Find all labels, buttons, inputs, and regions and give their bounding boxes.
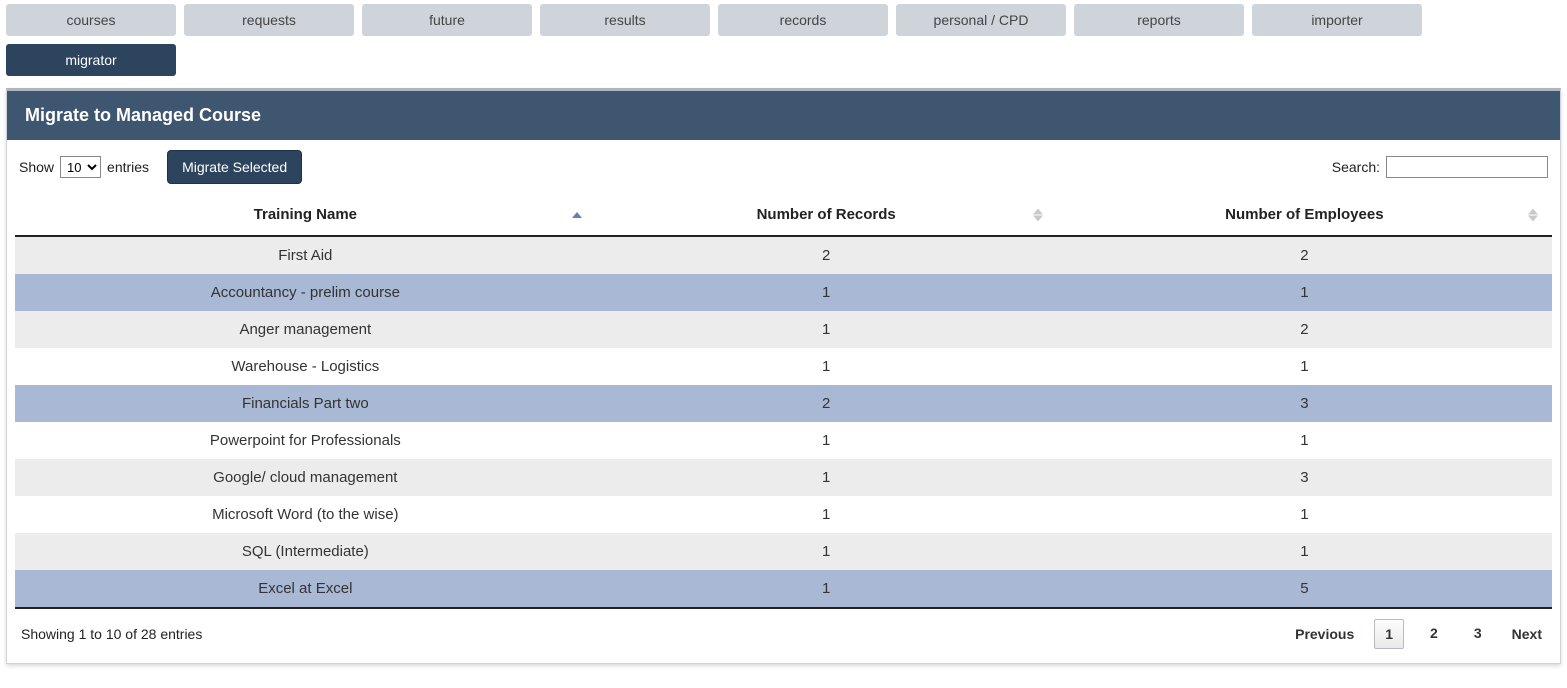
sort-icon [1033,208,1043,221]
cell-records: 2 [596,236,1057,274]
cell-employees: 1 [1057,422,1552,459]
tab-requests[interactable]: requests [184,4,354,36]
cell-records: 1 [596,496,1057,533]
table-footer: Showing 1 to 10 of 28 entries Previous 1… [15,609,1552,649]
column-header-label: Training Name [254,206,357,223]
migrate-selected-button[interactable]: Migrate Selected [167,150,302,184]
table-row[interactable]: Google/ cloud management13 [15,459,1552,496]
column-header-records[interactable]: Number of Records [596,194,1057,236]
tab-results[interactable]: results [540,4,710,36]
cell-employees: 1 [1057,274,1552,311]
cell-records: 1 [596,570,1057,608]
panel-title: Migrate to Managed Course [7,91,1560,140]
controls-row: Show 10 entries Migrate Selected Search: [15,150,1552,190]
tab-records[interactable]: records [718,4,888,36]
table-row[interactable]: Powerpoint for Professionals11 [15,422,1552,459]
entries-label: entries [107,159,149,175]
cell-name: Excel at Excel [15,570,596,608]
tab-migrator[interactable]: migrator [6,44,176,76]
pager-page-2[interactable]: 2 [1420,619,1448,649]
training-table: Training Name Number of Records Number of … [15,194,1552,609]
cell-records: 2 [596,385,1057,422]
cell-name: Accountancy - prelim course [15,274,596,311]
tab-personal-cpd[interactable]: personal / CPD [896,4,1066,36]
cell-employees: 2 [1057,311,1552,348]
cell-name: Anger management [15,311,596,348]
table-row[interactable]: Excel at Excel15 [15,570,1552,608]
search-input[interactable] [1386,156,1548,178]
column-header-employees[interactable]: Number of Employees [1057,194,1552,236]
entries-info: Showing 1 to 10 of 28 entries [21,626,202,642]
page-size-select[interactable]: 10 [60,156,101,178]
search-label: Search: [1332,159,1380,175]
migrate-panel: Migrate to Managed Course Show 10 entrie… [6,88,1561,664]
cell-name: Powerpoint for Professionals [15,422,596,459]
sort-icon [1528,208,1538,221]
tab-importer[interactable]: importer [1252,4,1422,36]
app-root: coursesrequestsfutureresultsrecordsperso… [0,0,1567,688]
cell-employees: 1 [1057,533,1552,570]
table-row[interactable]: SQL (Intermediate)11 [15,533,1552,570]
cell-records: 1 [596,422,1057,459]
controls-left: Show 10 entries Migrate Selected [19,150,302,184]
pager: Previous 123 Next [1291,619,1546,649]
table-header: Training Name Number of Records Number of … [15,194,1552,236]
pager-previous[interactable]: Previous [1291,620,1358,648]
tab-row-1: coursesrequestsfutureresultsrecordsperso… [6,4,1561,36]
controls-right: Search: [1332,156,1548,178]
table-row[interactable]: Warehouse - Logistics11 [15,348,1552,385]
cell-records: 1 [596,533,1057,570]
tab-row-2: migrator [6,44,1561,76]
table-row[interactable]: Financials Part two23 [15,385,1552,422]
table-body: First Aid22Accountancy - prelim course11… [15,236,1552,608]
cell-name: Financials Part two [15,385,596,422]
cell-records: 1 [596,311,1057,348]
cell-name: SQL (Intermediate) [15,533,596,570]
table-row[interactable]: Anger management12 [15,311,1552,348]
column-header-label: Number of Employees [1225,206,1383,223]
cell-records: 1 [596,459,1057,496]
column-header-label: Number of Records [757,206,896,223]
pager-page-3[interactable]: 3 [1464,619,1492,649]
cell-employees: 1 [1057,496,1552,533]
column-header-name[interactable]: Training Name [15,194,596,236]
cell-employees: 3 [1057,385,1552,422]
table-row[interactable]: First Aid22 [15,236,1552,274]
cell-employees: 2 [1057,236,1552,274]
panel-body: Show 10 entries Migrate Selected Search:… [7,140,1560,663]
tab-courses[interactable]: courses [6,4,176,36]
pager-page-1[interactable]: 1 [1374,619,1404,649]
pager-next[interactable]: Next [1508,620,1546,648]
cell-name: Google/ cloud management [15,459,596,496]
cell-name: Warehouse - Logistics [15,348,596,385]
cell-name: Microsoft Word (to the wise) [15,496,596,533]
show-label: Show [19,159,54,175]
sort-asc-icon [572,212,582,218]
cell-employees: 1 [1057,348,1552,385]
cell-employees: 5 [1057,570,1552,608]
cell-records: 1 [596,348,1057,385]
tab-reports[interactable]: reports [1074,4,1244,36]
cell-records: 1 [596,274,1057,311]
tab-future[interactable]: future [362,4,532,36]
cell-name: First Aid [15,236,596,274]
cell-employees: 3 [1057,459,1552,496]
table-row[interactable]: Microsoft Word (to the wise)11 [15,496,1552,533]
table-row[interactable]: Accountancy - prelim course11 [15,274,1552,311]
